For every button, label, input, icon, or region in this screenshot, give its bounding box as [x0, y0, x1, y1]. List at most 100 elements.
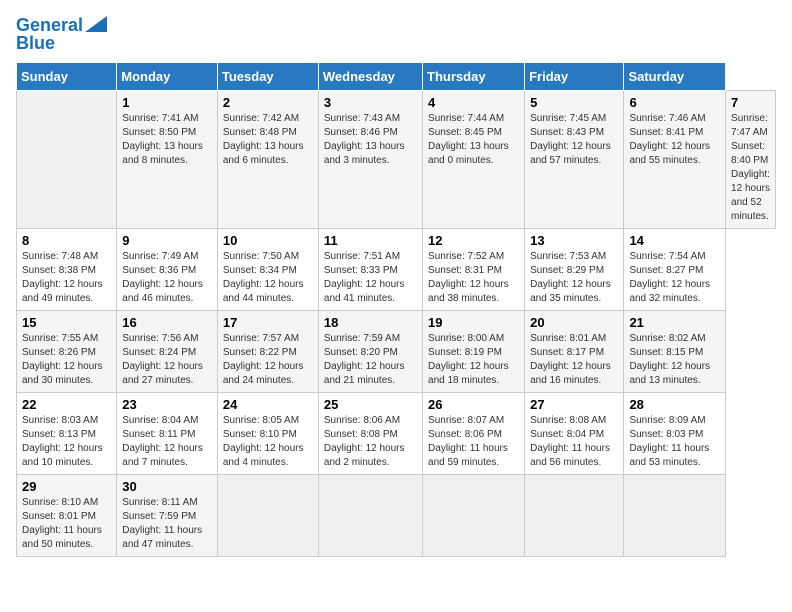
day-info: Sunrise: 7:50 AM Sunset: 8:34 PM Dayligh…: [223, 250, 313, 306]
calendar-day-cell: 1 Sunrise: 7:41 AM Sunset: 8:50 PM Dayli…: [117, 90, 218, 228]
calendar-day-cell: [624, 474, 726, 556]
calendar-day-cell: [17, 90, 117, 228]
logo-blue-text: Blue: [16, 34, 55, 54]
day-info: Sunrise: 8:00 AM Sunset: 8:19 PM Dayligh…: [428, 332, 519, 388]
day-info: Sunrise: 7:48 AM Sunset: 8:38 PM Dayligh…: [22, 250, 111, 306]
day-number: 30: [122, 479, 212, 494]
day-number: 12: [428, 233, 519, 248]
calendar-table: SundayMondayTuesdayWednesdayThursdayFrid…: [16, 62, 776, 557]
day-info: Sunrise: 8:09 AM Sunset: 8:03 PM Dayligh…: [629, 414, 720, 470]
day-info: Sunrise: 7:54 AM Sunset: 8:27 PM Dayligh…: [629, 250, 720, 306]
calendar-day-cell: 15 Sunrise: 7:55 AM Sunset: 8:26 PM Dayl…: [17, 310, 117, 392]
day-number: 15: [22, 315, 111, 330]
day-info: Sunrise: 8:05 AM Sunset: 8:10 PM Dayligh…: [223, 414, 313, 470]
day-number: 17: [223, 315, 313, 330]
calendar-day-cell: 7 Sunrise: 7:47 AM Sunset: 8:40 PM Dayli…: [726, 90, 776, 228]
calendar-day-cell: 14 Sunrise: 7:54 AM Sunset: 8:27 PM Dayl…: [624, 228, 726, 310]
calendar-day-cell: [423, 474, 525, 556]
day-info: Sunrise: 7:52 AM Sunset: 8:31 PM Dayligh…: [428, 250, 519, 306]
page-header: General Blue: [16, 16, 776, 54]
calendar-day-cell: 3 Sunrise: 7:43 AM Sunset: 8:46 PM Dayli…: [318, 90, 422, 228]
calendar-day-cell: 16 Sunrise: 7:56 AM Sunset: 8:24 PM Dayl…: [117, 310, 218, 392]
day-number: 21: [629, 315, 720, 330]
weekday-header: Sunday: [17, 62, 117, 90]
weekday-header-row: SundayMondayTuesdayWednesdayThursdayFrid…: [17, 62, 776, 90]
calendar-day-cell: 28 Sunrise: 8:09 AM Sunset: 8:03 PM Dayl…: [624, 392, 726, 474]
day-number: 25: [324, 397, 417, 412]
calendar-day-cell: 27 Sunrise: 8:08 AM Sunset: 8:04 PM Dayl…: [525, 392, 624, 474]
day-info: Sunrise: 7:55 AM Sunset: 8:26 PM Dayligh…: [22, 332, 111, 388]
day-number: 1: [122, 95, 212, 110]
calendar-day-cell: 5 Sunrise: 7:45 AM Sunset: 8:43 PM Dayli…: [525, 90, 624, 228]
day-number: 19: [428, 315, 519, 330]
day-info: Sunrise: 8:04 AM Sunset: 8:11 PM Dayligh…: [122, 414, 212, 470]
calendar-day-cell: 22 Sunrise: 8:03 AM Sunset: 8:13 PM Dayl…: [17, 392, 117, 474]
day-number: 11: [324, 233, 417, 248]
weekday-header: Wednesday: [318, 62, 422, 90]
calendar-day-cell: 25 Sunrise: 8:06 AM Sunset: 8:08 PM Dayl…: [318, 392, 422, 474]
day-number: 29: [22, 479, 111, 494]
calendar-day-cell: 10 Sunrise: 7:50 AM Sunset: 8:34 PM Dayl…: [217, 228, 318, 310]
logo-icon: [85, 16, 107, 32]
calendar-day-cell: 19 Sunrise: 8:00 AM Sunset: 8:19 PM Dayl…: [423, 310, 525, 392]
calendar-day-cell: [318, 474, 422, 556]
day-info: Sunrise: 7:41 AM Sunset: 8:50 PM Dayligh…: [122, 112, 212, 168]
calendar-day-cell: 2 Sunrise: 7:42 AM Sunset: 8:48 PM Dayli…: [217, 90, 318, 228]
day-info: Sunrise: 7:51 AM Sunset: 8:33 PM Dayligh…: [324, 250, 417, 306]
calendar-day-cell: 18 Sunrise: 7:59 AM Sunset: 8:20 PM Dayl…: [318, 310, 422, 392]
calendar-day-cell: 13 Sunrise: 7:53 AM Sunset: 8:29 PM Dayl…: [525, 228, 624, 310]
day-info: Sunrise: 8:08 AM Sunset: 8:04 PM Dayligh…: [530, 414, 618, 470]
day-info: Sunrise: 8:10 AM Sunset: 8:01 PM Dayligh…: [22, 496, 111, 552]
calendar-day-cell: 29 Sunrise: 8:10 AM Sunset: 8:01 PM Dayl…: [17, 474, 117, 556]
day-number: 3: [324, 95, 417, 110]
calendar-day-cell: 9 Sunrise: 7:49 AM Sunset: 8:36 PM Dayli…: [117, 228, 218, 310]
day-number: 2: [223, 95, 313, 110]
calendar-day-cell: [217, 474, 318, 556]
day-info: Sunrise: 8:07 AM Sunset: 8:06 PM Dayligh…: [428, 414, 519, 470]
day-number: 27: [530, 397, 618, 412]
day-info: Sunrise: 7:43 AM Sunset: 8:46 PM Dayligh…: [324, 112, 417, 168]
calendar-week-row: 15 Sunrise: 7:55 AM Sunset: 8:26 PM Dayl…: [17, 310, 776, 392]
day-info: Sunrise: 7:57 AM Sunset: 8:22 PM Dayligh…: [223, 332, 313, 388]
calendar-day-cell: 30 Sunrise: 8:11 AM Sunset: 7:59 PM Dayl…: [117, 474, 218, 556]
day-number: 6: [629, 95, 720, 110]
calendar-day-cell: 20 Sunrise: 8:01 AM Sunset: 8:17 PM Dayl…: [525, 310, 624, 392]
day-info: Sunrise: 7:56 AM Sunset: 8:24 PM Dayligh…: [122, 332, 212, 388]
logo: General Blue: [16, 16, 107, 54]
day-number: 4: [428, 95, 519, 110]
day-info: Sunrise: 7:46 AM Sunset: 8:41 PM Dayligh…: [629, 112, 720, 168]
day-info: Sunrise: 7:49 AM Sunset: 8:36 PM Dayligh…: [122, 250, 212, 306]
day-number: 22: [22, 397, 111, 412]
weekday-header: Thursday: [423, 62, 525, 90]
calendar-day-cell: 26 Sunrise: 8:07 AM Sunset: 8:06 PM Dayl…: [423, 392, 525, 474]
day-info: Sunrise: 7:53 AM Sunset: 8:29 PM Dayligh…: [530, 250, 618, 306]
calendar-day-cell: 17 Sunrise: 7:57 AM Sunset: 8:22 PM Dayl…: [217, 310, 318, 392]
calendar-day-cell: 6 Sunrise: 7:46 AM Sunset: 8:41 PM Dayli…: [624, 90, 726, 228]
day-number: 10: [223, 233, 313, 248]
day-info: Sunrise: 8:11 AM Sunset: 7:59 PM Dayligh…: [122, 496, 212, 552]
day-number: 23: [122, 397, 212, 412]
calendar-week-row: 29 Sunrise: 8:10 AM Sunset: 8:01 PM Dayl…: [17, 474, 776, 556]
calendar-day-cell: 8 Sunrise: 7:48 AM Sunset: 8:38 PM Dayli…: [17, 228, 117, 310]
day-info: Sunrise: 7:47 AM Sunset: 8:40 PM Dayligh…: [731, 112, 770, 224]
day-number: 18: [324, 315, 417, 330]
day-info: Sunrise: 7:42 AM Sunset: 8:48 PM Dayligh…: [223, 112, 313, 168]
day-info: Sunrise: 8:02 AM Sunset: 8:15 PM Dayligh…: [629, 332, 720, 388]
day-info: Sunrise: 8:03 AM Sunset: 8:13 PM Dayligh…: [22, 414, 111, 470]
day-number: 14: [629, 233, 720, 248]
calendar-week-row: 1 Sunrise: 7:41 AM Sunset: 8:50 PM Dayli…: [17, 90, 776, 228]
weekday-header: Tuesday: [217, 62, 318, 90]
day-info: Sunrise: 7:45 AM Sunset: 8:43 PM Dayligh…: [530, 112, 618, 168]
day-number: 13: [530, 233, 618, 248]
weekday-header: Saturday: [624, 62, 726, 90]
calendar-week-row: 8 Sunrise: 7:48 AM Sunset: 8:38 PM Dayli…: [17, 228, 776, 310]
calendar-day-cell: 4 Sunrise: 7:44 AM Sunset: 8:45 PM Dayli…: [423, 90, 525, 228]
calendar-day-cell: 24 Sunrise: 8:05 AM Sunset: 8:10 PM Dayl…: [217, 392, 318, 474]
day-number: 7: [731, 95, 770, 110]
calendar-day-cell: [525, 474, 624, 556]
day-info: Sunrise: 8:01 AM Sunset: 8:17 PM Dayligh…: [530, 332, 618, 388]
day-number: 28: [629, 397, 720, 412]
day-number: 5: [530, 95, 618, 110]
weekday-header: Friday: [525, 62, 624, 90]
calendar-week-row: 22 Sunrise: 8:03 AM Sunset: 8:13 PM Dayl…: [17, 392, 776, 474]
